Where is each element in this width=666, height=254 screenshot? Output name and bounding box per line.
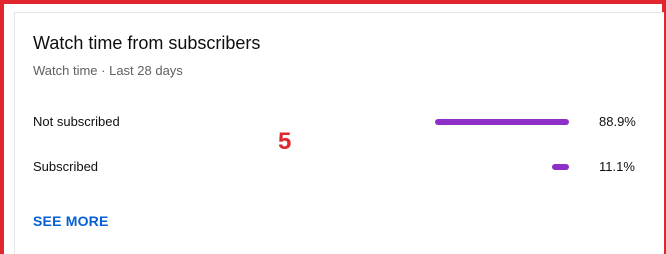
bar-fill-subscribed [552, 164, 569, 170]
watch-time-card: Watch time from subscribers Watch time ·… [14, 12, 664, 254]
bar-track [435, 119, 569, 125]
see-more-link[interactable]: SEE MORE [33, 213, 109, 229]
card-title: Watch time from subscribers [33, 33, 261, 53]
bar-fill-not-subscribed [435, 119, 569, 125]
row-label: Not subscribed [33, 114, 120, 129]
bar-track [435, 164, 569, 170]
row-percent: 11.1% [599, 159, 635, 174]
row-label: Subscribed [33, 159, 99, 174]
card-subtitle: Watch time · Last 28 days [33, 63, 183, 78]
row-subscribed: Subscribed 11.1% [15, 155, 664, 179]
annotation-number: 5 [278, 128, 292, 155]
row-not-subscribed: Not subscribed 88.9% [15, 110, 664, 134]
row-percent: 88.9% [599, 114, 636, 129]
